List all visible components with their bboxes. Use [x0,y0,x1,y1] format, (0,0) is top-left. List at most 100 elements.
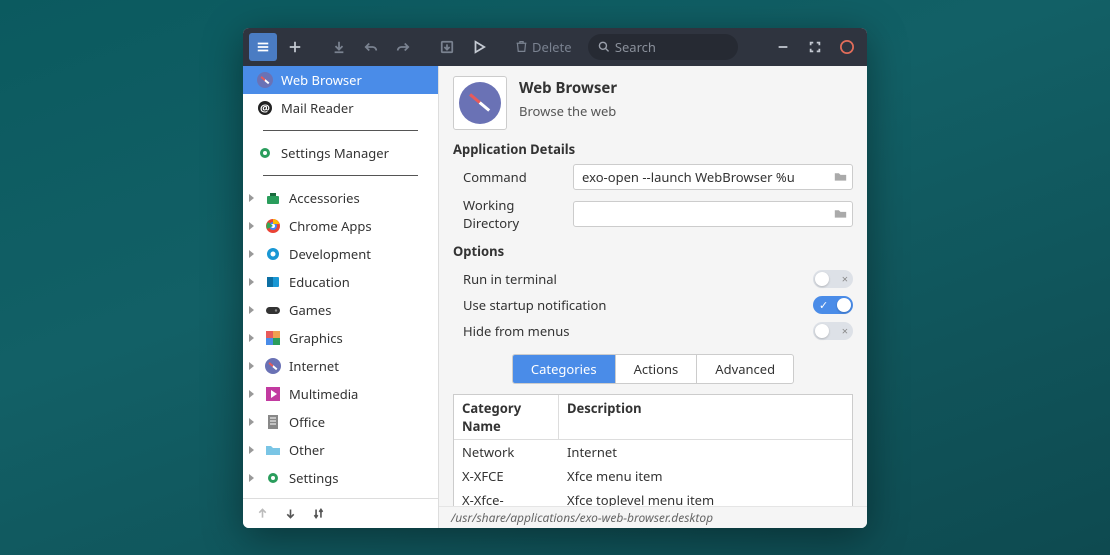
statusbar: /usr/share/applications/exo-web-browser.… [439,506,867,528]
svg-text:@: @ [260,101,270,116]
save-button[interactable] [325,33,353,61]
col-header-desc[interactable]: Description [559,395,852,439]
chevron-right-icon [249,222,254,230]
sidebar-item-label: Office [289,413,325,431]
tab-actions[interactable]: Actions [616,355,698,383]
app-icon-button[interactable] [453,76,507,130]
gear-icon [265,470,281,486]
sidebar-item-label: Chrome Apps [289,217,372,235]
sidebar-item-graphics[interactable]: Graphics [243,324,438,352]
sidebar-item-accessories[interactable]: Accessories [243,184,438,212]
sidebar-item-other[interactable]: Other [243,436,438,464]
detail-pane: Web Browser Browse the web Application D… [439,66,867,528]
detail-header: Web Browser Browse the web [453,76,853,130]
chevron-right-icon [249,474,254,482]
sidebar-item-settings[interactable]: Settings [243,464,438,492]
sidebar-item-multimedia[interactable]: Multimedia [243,380,438,408]
option-hide-menus: Hide from menus × [453,318,853,344]
category-table: Category Name Description Network Intern… [453,394,853,506]
table-row[interactable]: X-XFCE Xfce menu item [454,464,852,488]
tab-advanced[interactable]: Advanced [697,355,793,383]
sidebar-item-label: Internet [289,357,339,375]
move-up-button[interactable] [249,501,275,525]
sidebar-item-games[interactable]: Games [243,296,438,324]
option-run-terminal: Run in terminal × [453,266,853,292]
folder-icon[interactable] [828,202,852,226]
sidebar-item-label: Other [289,441,325,459]
detail-tabs: Categories Actions Advanced [453,354,853,384]
workdir-input-wrapper[interactable] [573,201,853,227]
startup-notify-toggle[interactable]: ✓ [813,296,853,314]
chevron-right-icon [249,362,254,370]
close-button[interactable] [833,33,861,61]
col-header-name[interactable]: Category Name [454,395,559,439]
chevron-right-icon [249,306,254,314]
play-icon [265,386,281,402]
sidebar-item-office[interactable]: Office [243,408,438,436]
move-down-button[interactable] [277,501,303,525]
sidebar-item-internet[interactable]: Internet [243,352,438,380]
gear-icon [257,145,273,161]
book-icon [265,274,281,290]
chevron-right-icon [249,250,254,258]
table-row[interactable]: X-Xfce-Toplevel Xfce toplevel menu item [454,488,852,506]
sidebar-item-label: Mail Reader [281,99,354,117]
sidebar-list[interactable]: Web Browser @ Mail Reader Settings Manag… [243,66,438,498]
minimize-button[interactable] [769,33,797,61]
workdir-input[interactable] [574,205,828,223]
sidebar-item-education[interactable]: Education [243,268,438,296]
menu-button[interactable] [249,33,277,61]
redo-button[interactable] [389,33,417,61]
option-label: Hide from menus [463,322,569,340]
sidebar-item-label: Games [289,301,331,319]
table-row[interactable]: Network Internet [454,440,852,464]
search-input[interactable] [615,38,728,56]
chevron-right-icon [249,334,254,342]
toolbar: Delete [243,28,867,66]
sidebar-item-system[interactable]: System [243,492,438,498]
maximize-button[interactable] [801,33,829,61]
undo-button[interactable] [357,33,385,61]
sidebar-item-label: Accessories [289,189,360,207]
at-icon: @ [257,100,273,116]
delete-button[interactable]: Delete [509,33,578,61]
hide-menus-toggle[interactable]: × [813,322,853,340]
search-box[interactable] [588,34,738,60]
statusbar-path: /usr/share/applications/exo-web-browser.… [451,509,713,526]
document-icon [265,414,281,430]
sidebar-footer [243,498,438,528]
command-label: Command [453,168,573,186]
compass-icon [257,72,273,88]
option-label: Run in terminal [463,270,557,288]
sidebar-item-mail-reader[interactable]: @ Mail Reader [243,94,438,122]
compass-icon [265,358,281,374]
section-app-details: Application Details [453,140,853,158]
compass-icon [459,82,501,124]
field-command: Command [453,164,853,190]
gamepad-icon [265,302,281,318]
sidebar-item-chrome-apps[interactable]: Chrome Apps [243,212,438,240]
chevron-right-icon [249,278,254,286]
sidebar-item-settings-manager[interactable]: Settings Manager [243,139,438,167]
sidebar-item-label: Development [289,245,371,263]
toolbox-icon [265,190,281,206]
command-input[interactable] [574,168,828,186]
sidebar-item-development[interactable]: Development [243,240,438,268]
chevron-right-icon [249,194,254,202]
gear-icon [265,246,281,262]
folder-icon[interactable] [828,165,852,189]
tab-categories[interactable]: Categories [513,355,616,383]
sort-button[interactable] [305,501,331,525]
section-options: Options [453,242,853,260]
run-terminal-toggle[interactable]: × [813,270,853,288]
command-input-wrapper[interactable] [573,164,853,190]
add-button[interactable] [281,33,309,61]
sidebar-item-label: Settings [289,469,338,487]
run-button[interactable] [465,33,493,61]
sidebar-item-label: Education [289,273,350,291]
export-button[interactable] [433,33,461,61]
tiles-icon [265,330,281,346]
chevron-right-icon [249,418,254,426]
app-window: Delete Web Browser @ Mail Re [243,28,867,528]
sidebar-item-web-browser[interactable]: Web Browser [243,66,438,94]
